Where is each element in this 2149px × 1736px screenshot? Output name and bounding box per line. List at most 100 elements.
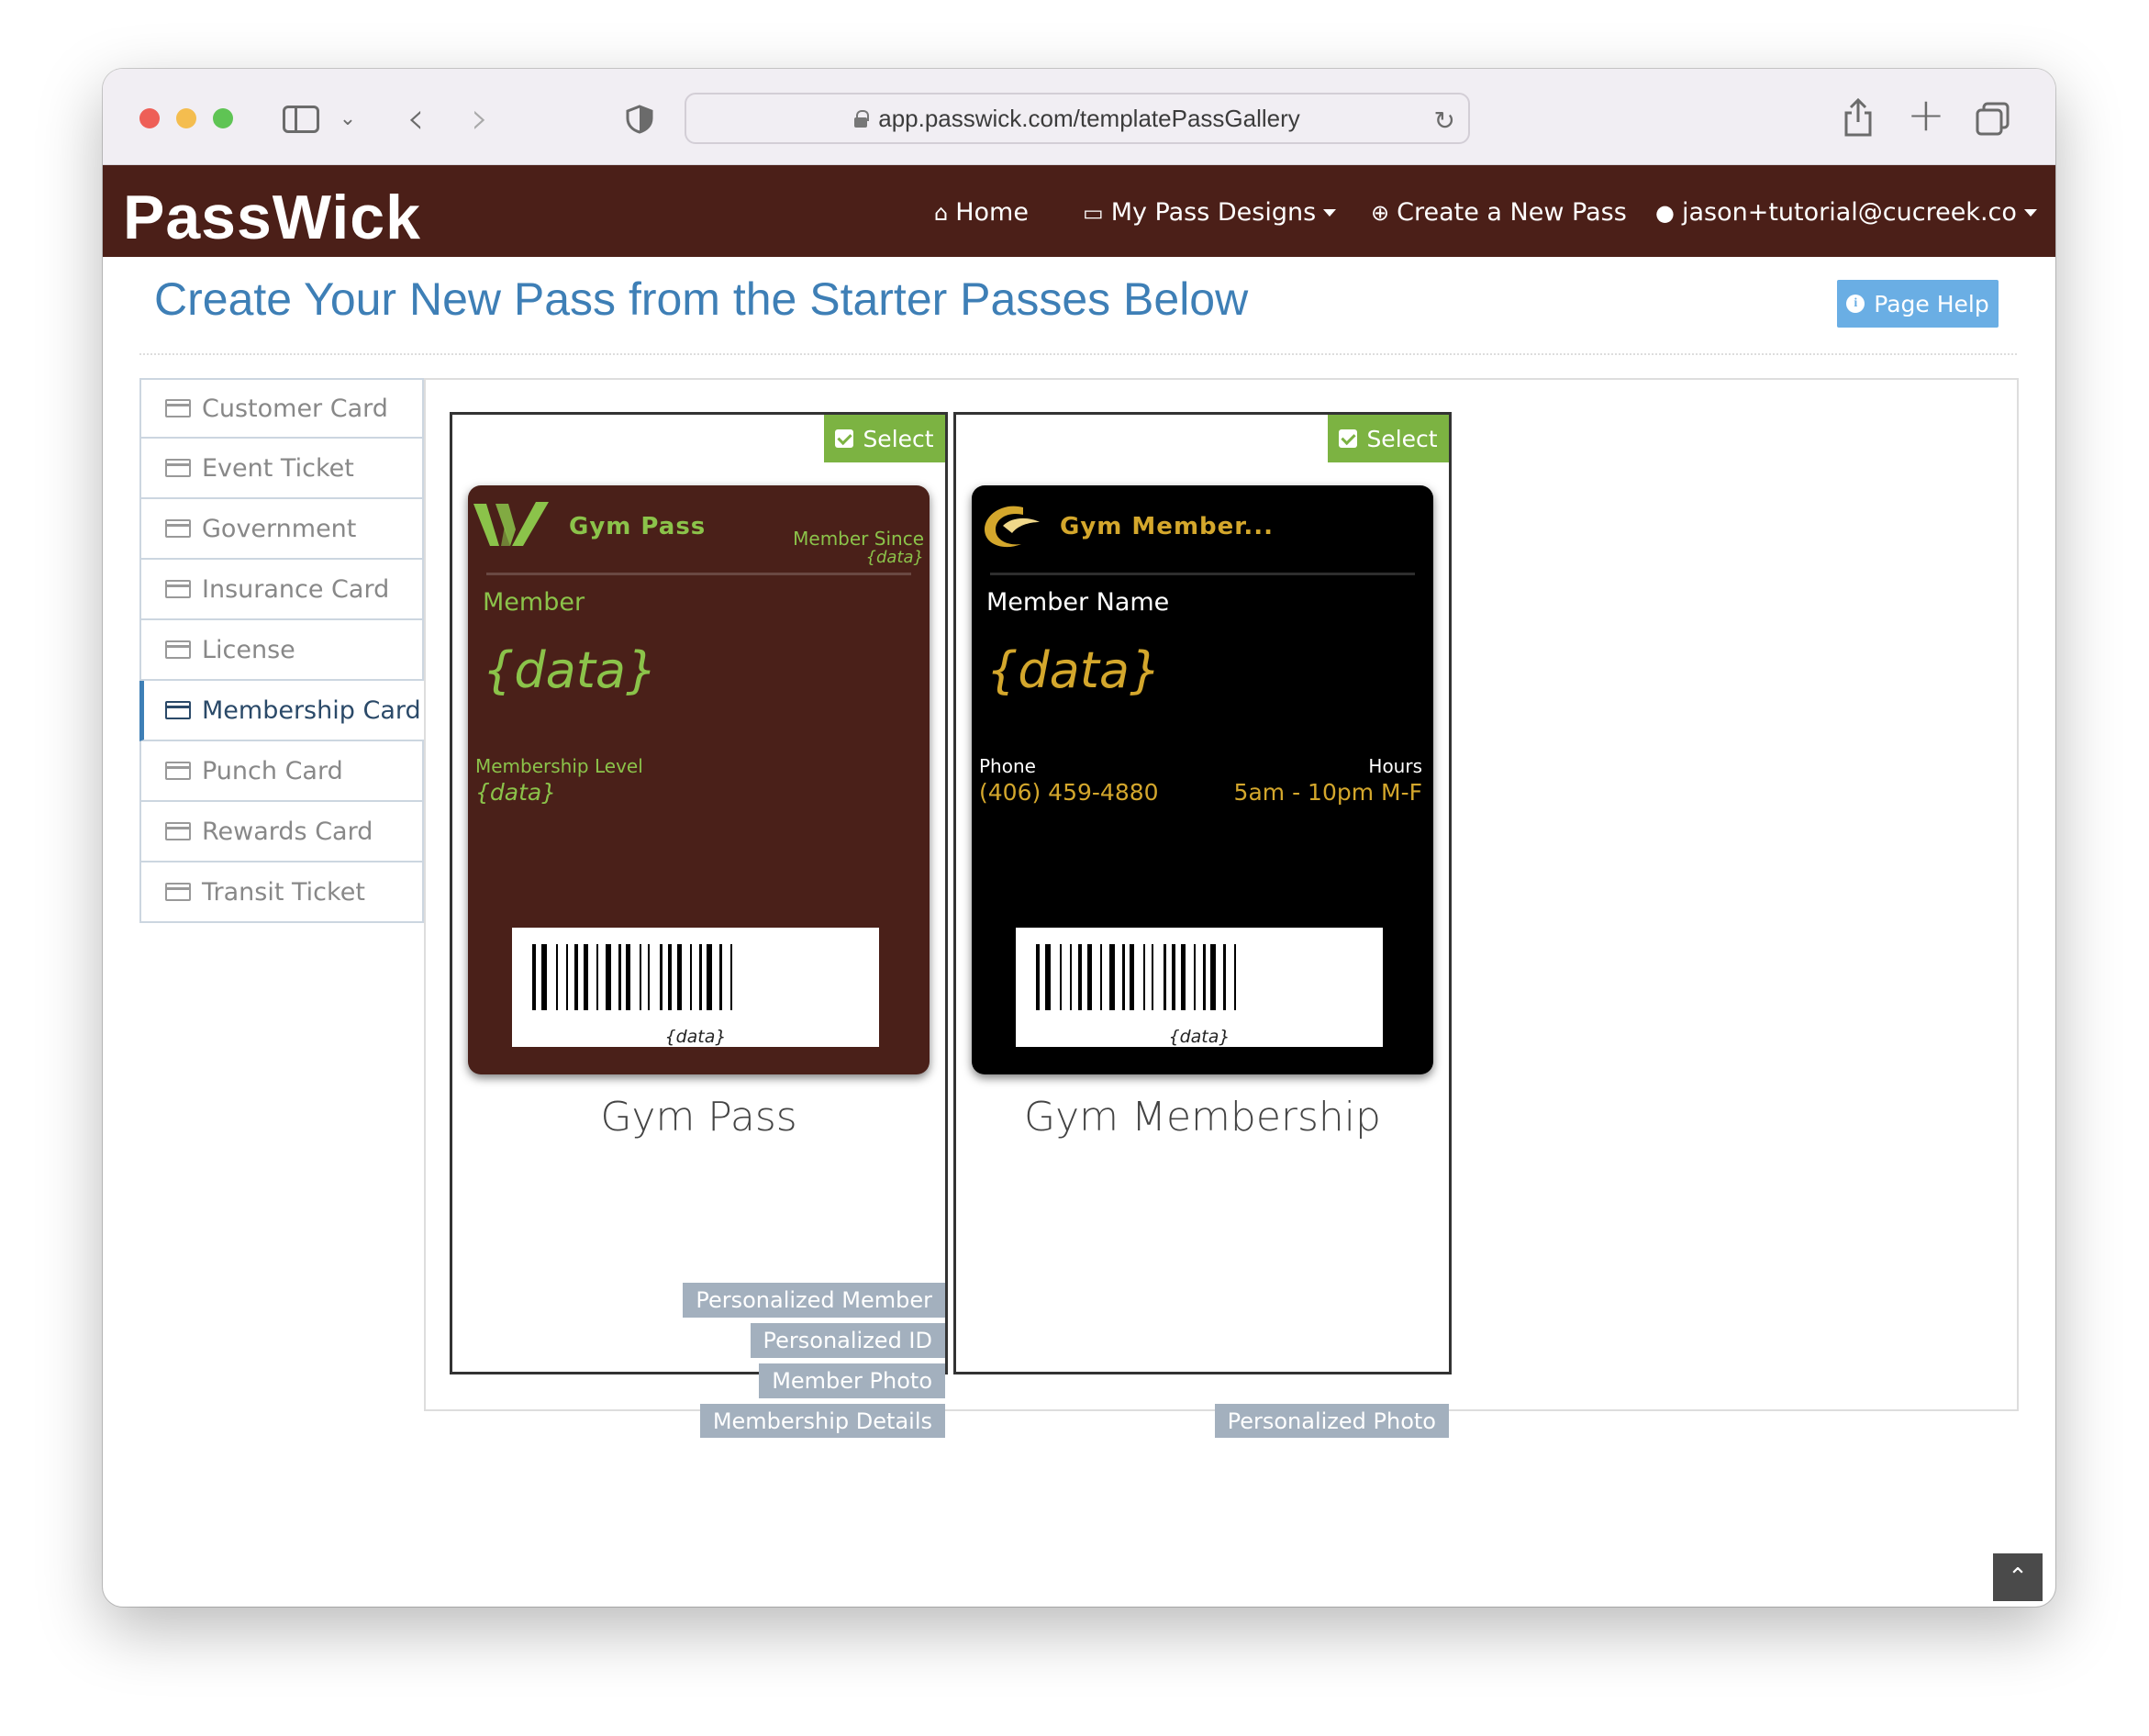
barcode-bar — [1099, 944, 1102, 1010]
category-event-ticket[interactable]: Event Ticket — [139, 439, 424, 499]
select-label: Select — [1366, 425, 1438, 452]
pass-preview[interactable]: Gym Member... Member Name {data} Phone (… — [972, 485, 1433, 1074]
barcode-bar — [566, 944, 569, 1010]
c-swoosh-logo-icon — [985, 506, 1040, 548]
barcode-bar — [1077, 944, 1082, 1010]
barcode-bar — [1045, 944, 1052, 1010]
category-label: Insurance Card — [202, 574, 390, 604]
barcode-bar — [1143, 944, 1146, 1010]
feature-tag: Membership Details — [699, 1404, 945, 1438]
sidebar-toggle-icon[interactable] — [283, 106, 319, 133]
template-tile-gym-membership: Select Gym Member... Member Name {data} … — [953, 412, 1452, 1438]
category-label: Membership Card — [202, 696, 421, 725]
caret-down-icon — [2023, 208, 2037, 217]
nav-create-pass[interactable]: ⊕ Create a New Pass — [1371, 198, 1627, 227]
share-icon[interactable] — [1837, 95, 1879, 140]
user-icon: ● — [1655, 199, 1675, 226]
barcode-bar — [626, 944, 630, 1010]
nav-my-pass-designs[interactable]: ▭ My Pass Designs — [1083, 198, 1337, 227]
category-label: Rewards Card — [202, 817, 373, 846]
select-label: Select — [863, 425, 934, 452]
primary-field-label: Member Name — [986, 588, 1170, 617]
passwick-w-logo-icon — [473, 502, 549, 546]
category-label: License — [202, 635, 295, 664]
barcode-bar — [1059, 944, 1062, 1010]
credit-card-icon — [165, 399, 191, 417]
barcode-bar — [660, 944, 663, 1010]
forward-arrow-icon[interactable]: › — [457, 93, 503, 144]
url-text: app.passwick.com/templatePassGallery — [878, 104, 1300, 132]
credit-card-icon — [165, 822, 191, 840]
back-arrow-icon[interactable]: ‹ — [393, 93, 439, 144]
nav-account-label: jason+tutorial@cucreek.co — [1681, 198, 2017, 227]
phone-label: Phone — [979, 755, 1036, 777]
barcode-bar — [647, 944, 650, 1010]
credit-card-icon — [165, 459, 191, 477]
pass-header: Gym Pass — [569, 513, 707, 540]
select-template-button[interactable]: Select — [824, 415, 945, 462]
tab-overview-icon[interactable] — [1975, 100, 2011, 137]
barcode-bar — [1121, 944, 1125, 1010]
barcode-bar — [584, 944, 589, 1010]
barcode-bar — [1193, 944, 1196, 1010]
passwick-logo[interactable]: PassWick — [123, 182, 421, 253]
pass-separator — [990, 573, 1415, 575]
page-help-label: Page Help — [1874, 290, 1989, 317]
category-government[interactable]: Government — [139, 499, 424, 560]
site-navbar: PassWick ⌂ Home ▭ My Pass Designs ⊕ Crea… — [103, 165, 2055, 257]
barcode-bar — [707, 944, 713, 1010]
barcode-bar — [667, 944, 672, 1010]
category-label: Government — [202, 514, 357, 543]
category-membership-card[interactable]: Membership Card — [139, 681, 424, 741]
category-punch-card[interactable]: Punch Card — [139, 741, 424, 802]
pass-header: Gym Member... — [1060, 513, 1275, 540]
barcode-bar — [719, 944, 722, 1010]
category-transit-ticket[interactable]: Transit Ticket — [139, 862, 424, 923]
category-label: Transit Ticket — [202, 877, 365, 907]
home-icon: ⌂ — [934, 199, 949, 226]
privacy-shield-icon[interactable] — [624, 104, 655, 135]
nav-home-label: Home — [955, 198, 1029, 227]
barcode-bar — [729, 944, 732, 1010]
select-template-button[interactable]: Select — [1328, 415, 1449, 462]
member-since-value: {data} — [865, 548, 924, 567]
category-license[interactable]: License — [139, 620, 424, 681]
category-insurance-card[interactable]: Insurance Card — [139, 560, 424, 620]
category-customer-card[interactable]: Customer Card — [139, 378, 424, 439]
pass-preview[interactable]: Gym Pass Member Since {data} Member {dat… — [468, 485, 930, 1074]
barcode: {data} — [1016, 928, 1383, 1047]
checkbox-icon — [1339, 429, 1358, 448]
inbox-icon: ▭ — [1083, 199, 1104, 226]
minimize-window-button[interactable] — [176, 108, 196, 128]
category-rewards-card[interactable]: Rewards Card — [139, 802, 424, 862]
zoom-window-button[interactable] — [213, 108, 233, 128]
credit-card-icon — [165, 701, 191, 719]
scroll-to-top-button[interactable]: ⌃ — [1993, 1553, 2043, 1601]
barcode-bar — [1070, 944, 1073, 1010]
nav-home[interactable]: ⌂ Home — [934, 198, 1029, 227]
address-bar[interactable]: app.passwick.com/templatePassGallery ↻ — [685, 93, 1470, 144]
barcode-bar — [1223, 944, 1226, 1010]
primary-field-label: Member — [483, 588, 585, 617]
secondary-field-label: Membership Level — [475, 755, 643, 777]
barcode-bar — [677, 944, 683, 1010]
header-divider — [139, 353, 2017, 355]
new-tab-icon[interactable]: + — [1903, 88, 1949, 141]
reload-icon[interactable]: ↻ — [1434, 106, 1455, 136]
chevron-down-icon[interactable]: ⌄ — [334, 102, 362, 135]
secondary-field-value: {data} — [475, 779, 557, 806]
nav-create-label: Create a New Pass — [1397, 198, 1627, 227]
info-icon: i — [1846, 295, 1865, 313]
close-window-button[interactable] — [139, 108, 160, 128]
category-list: Customer Card Event Ticket Government In… — [139, 378, 424, 923]
barcode-bar — [1130, 944, 1134, 1010]
credit-card-icon — [165, 883, 191, 901]
barcode-bar — [689, 944, 692, 1010]
barcode-bar — [618, 944, 621, 1010]
nav-my-designs-label: My Pass Designs — [1110, 198, 1317, 227]
category-label: Punch Card — [202, 756, 343, 785]
nav-account-menu[interactable]: ● jason+tutorial@cucreek.co — [1655, 198, 2037, 227]
barcode-bar — [698, 944, 702, 1010]
barcode-bar — [1181, 944, 1186, 1010]
page-help-button[interactable]: i Page Help — [1837, 280, 1999, 328]
